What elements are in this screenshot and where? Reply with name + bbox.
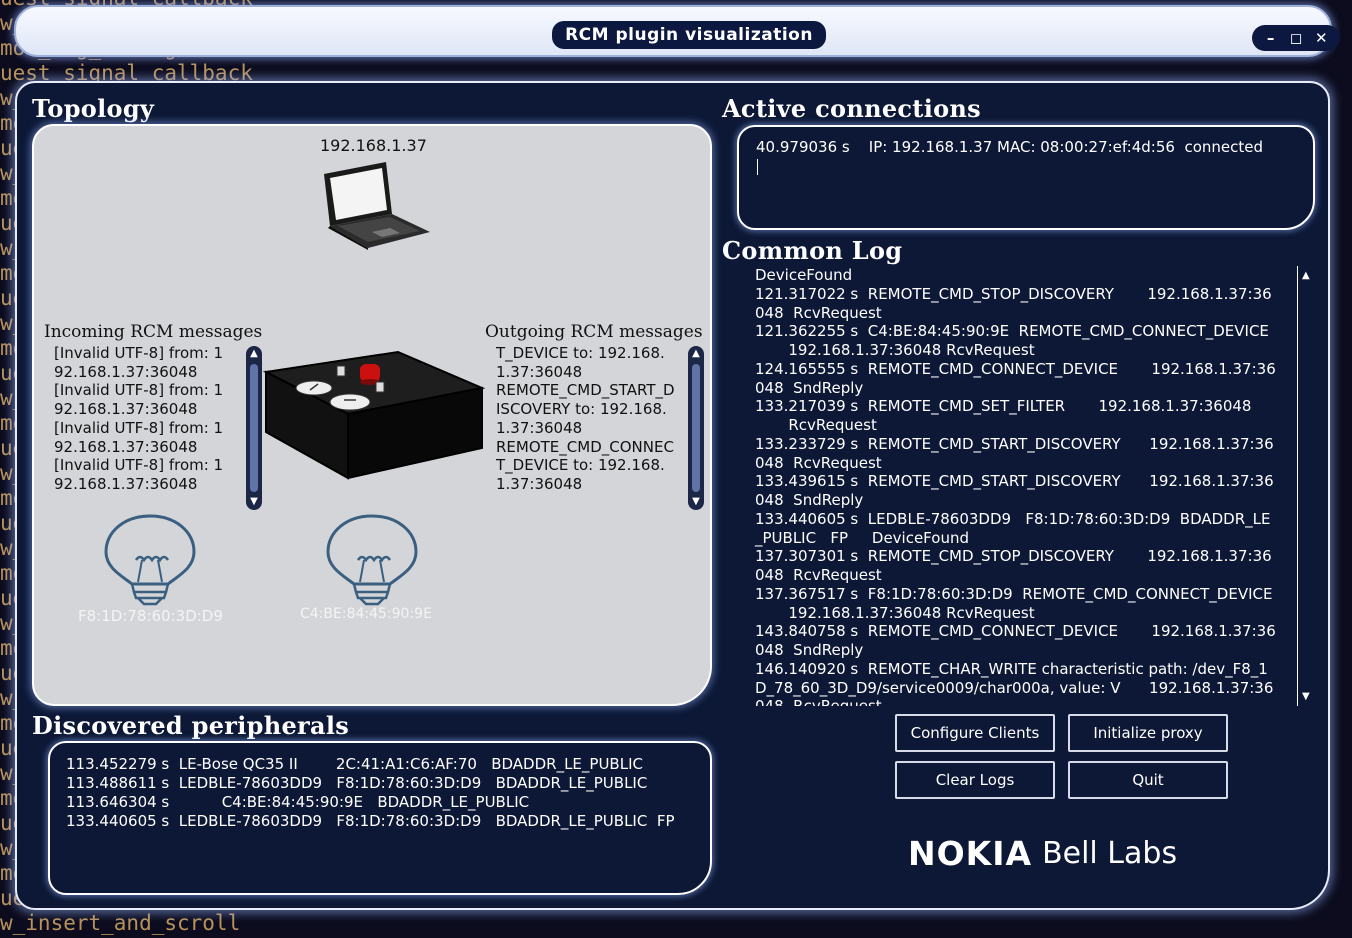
outgoing-scrollbar[interactable]: ▲ ▼ [688, 346, 704, 510]
minimize-icon[interactable]: – [1261, 28, 1281, 48]
discovered-peripherals-list[interactable]: 113.452279 s LE-Bose QC35 II 2C:41:A1:C6… [48, 741, 712, 895]
rcm-device-icon[interactable] [262, 348, 486, 480]
scroll-up-icon[interactable]: ▲ [1302, 270, 1310, 281]
text-cursor [757, 159, 758, 175]
logo-sub: Bell Labs [1042, 835, 1178, 871]
discovered-peripherals-title: Discovered peripherals [32, 711, 350, 740]
bulb2-label: C4:BE:84:45:90:9E [300, 606, 432, 622]
scroll-up-icon[interactable]: ▲ [688, 346, 704, 362]
initialize-proxy-button[interactable]: Initialize proxy [1068, 714, 1228, 752]
maximize-icon[interactable]: ◻ [1286, 28, 1306, 48]
close-icon[interactable]: ✕ [1311, 28, 1331, 48]
connection-row[interactable]: 40.979036 s IP: 192.168.1.37 MAC: 08:00:… [756, 138, 1263, 156]
active-connections-list[interactable]: 40.979036 s IP: 192.168.1.37 MAC: 08:00:… [737, 125, 1315, 230]
incoming-title: Incoming RCM messages [44, 322, 263, 342]
window-title: RCM plugin visualization [552, 21, 826, 49]
bulb-icon[interactable] [324, 514, 420, 606]
scroll-down-icon[interactable]: ▼ [246, 494, 262, 510]
bulb-icon[interactable] [102, 514, 198, 606]
outgoing-title: Outgoing RCM messages [485, 322, 703, 342]
laptop-icon[interactable] [316, 162, 432, 250]
clear-logs-button[interactable]: Clear Logs [895, 761, 1055, 799]
title-bar[interactable]: RCM plugin visualization – ◻ ✕ [14, 5, 1340, 57]
scroll-down-icon[interactable]: ▼ [1302, 691, 1310, 702]
topology-title: Topology [32, 94, 155, 123]
scroll-thumb[interactable] [250, 364, 258, 492]
discovered-peripherals-text: 113.452279 s LE-Bose QC35 II 2C:41:A1:C6… [66, 755, 675, 830]
laptop-label: 192.168.1.37 [320, 136, 427, 155]
quit-button[interactable]: Quit [1068, 761, 1228, 799]
incoming-messages: [Invalid UTF-8] from: 1 92.168.1.37:3604… [54, 344, 224, 493]
terminal-line: w_insert_and_scroll [0, 911, 241, 935]
logo-brand: NOKIA [908, 833, 1033, 873]
common-log-view[interactable]: DeviceFound 121.317022 s REMOTE_CMD_STOP… [737, 266, 1300, 706]
topology-panel: 192.168.1.37 Incoming RCM messages [Inva… [32, 124, 712, 706]
common-log-scrollbar[interactable]: ▲ ▼ [1297, 266, 1315, 706]
scroll-up-icon[interactable]: ▲ [246, 346, 262, 362]
scroll-down-icon[interactable]: ▼ [688, 494, 704, 510]
scroll-thumb[interactable] [692, 364, 700, 492]
bulb1-label: F8:1D:78:60:3D:D9 [78, 607, 223, 625]
nokia-bell-labs-logo: NOKIA Bell Labs [908, 833, 1178, 873]
common-log-text: DeviceFound 121.317022 s REMOTE_CMD_STOP… [755, 266, 1276, 706]
window-controls: – ◻ ✕ [1252, 25, 1340, 51]
outgoing-messages: T_DEVICE to: 192.168. 1.37:36048 REMOTE_… [496, 344, 675, 493]
common-log-title: Common Log [722, 236, 903, 265]
active-connections-title: Active connections [722, 94, 981, 123]
configure-clients-button[interactable]: Configure Clients [895, 714, 1055, 752]
incoming-scrollbar[interactable]: ▲ ▼ [246, 346, 262, 510]
